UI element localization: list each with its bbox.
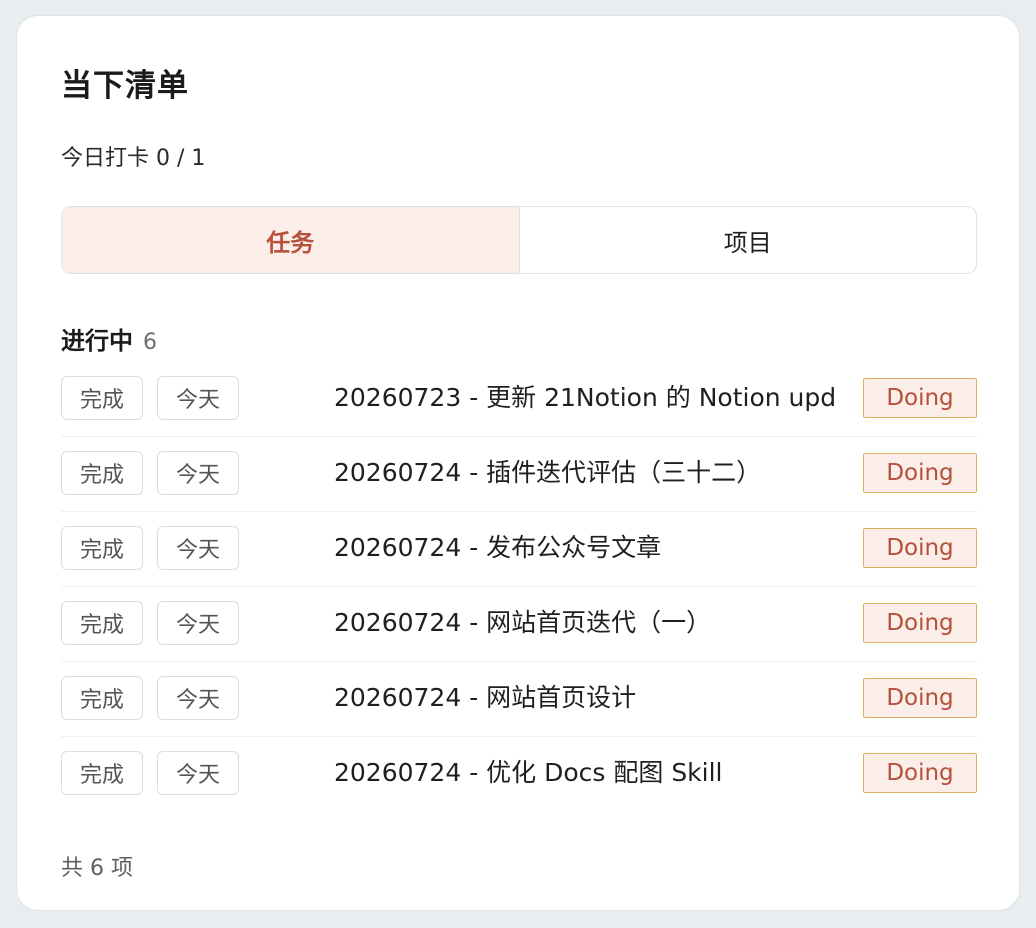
section-header: 进行中 6 xyxy=(61,321,157,356)
today-button[interactable]: 今天 xyxy=(157,676,239,720)
done-button[interactable]: 完成 xyxy=(61,526,143,570)
task-title[interactable]: 20260724 - 优化 Docs 配图 Skill xyxy=(334,751,839,795)
task-title[interactable]: 20260724 - 网站首页迭代（一） xyxy=(334,601,839,645)
task-row: 完成 今天 20260724 - 网站首页迭代（一） Doing xyxy=(61,587,977,662)
status-badge: Doing xyxy=(863,678,977,718)
today-button[interactable]: 今天 xyxy=(157,526,239,570)
section-label: 进行中 xyxy=(61,327,133,355)
total-count: 共 6 项 xyxy=(61,856,133,881)
today-button[interactable]: 今天 xyxy=(157,751,239,795)
task-title[interactable]: 20260723 - 更新 21Notion 的 Notion upd xyxy=(334,376,839,420)
done-button[interactable]: 完成 xyxy=(61,751,143,795)
task-row: 完成 今天 20260723 - 更新 21Notion 的 Notion up… xyxy=(61,362,977,437)
task-title[interactable]: 20260724 - 发布公众号文章 xyxy=(334,526,839,570)
today-button[interactable]: 今天 xyxy=(157,451,239,495)
view-tabs: 任务 项目 xyxy=(61,206,977,274)
task-row: 完成 今天 20260724 - 网站首页设计 Doing xyxy=(61,662,977,737)
task-list: 完成 今天 20260723 - 更新 21Notion 的 Notion up… xyxy=(61,362,977,812)
task-title[interactable]: 20260724 - 网站首页设计 xyxy=(334,676,839,720)
task-row: 完成 今天 20260724 - 插件迭代评估（三十二） Doing xyxy=(61,437,977,512)
tab-tasks[interactable]: 任务 xyxy=(62,207,520,273)
status-badge: Doing xyxy=(863,453,977,493)
today-button[interactable]: 今天 xyxy=(157,601,239,645)
today-button[interactable]: 今天 xyxy=(157,376,239,420)
done-button[interactable]: 完成 xyxy=(61,601,143,645)
status-badge: Doing xyxy=(863,528,977,568)
status-badge: Doing xyxy=(863,753,977,793)
done-button[interactable]: 完成 xyxy=(61,376,143,420)
task-title[interactable]: 20260724 - 插件迭代评估（三十二） xyxy=(334,451,839,495)
status-badge: Doing xyxy=(863,378,977,418)
done-button[interactable]: 完成 xyxy=(61,451,143,495)
todo-card: 当下清单 今日打卡 0 / 1 任务 项目 进行中 6 完成 今天 202607… xyxy=(16,15,1020,911)
tab-projects[interactable]: 项目 xyxy=(519,207,976,273)
status-badge: Doing xyxy=(863,603,977,643)
done-button[interactable]: 完成 xyxy=(61,676,143,720)
section-count: 6 xyxy=(143,330,157,355)
checkin-progress: 今日打卡 0 / 1 xyxy=(61,146,206,171)
task-row: 完成 今天 20260724 - 发布公众号文章 Doing xyxy=(61,512,977,587)
page-title: 当下清单 xyxy=(61,68,189,104)
task-row: 完成 今天 20260724 - 优化 Docs 配图 Skill Doing xyxy=(61,737,977,812)
